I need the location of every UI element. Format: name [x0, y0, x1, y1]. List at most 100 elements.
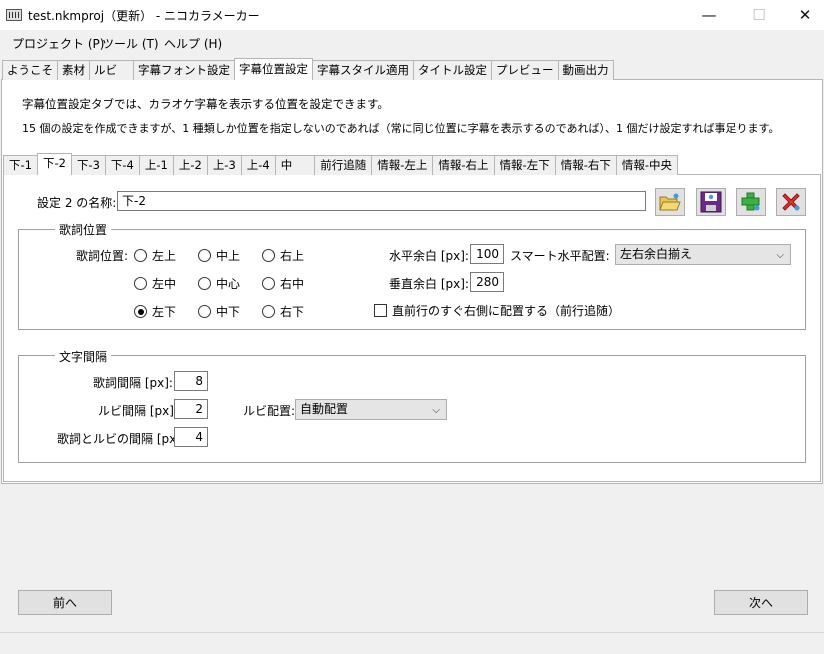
- follow-previous-checkbox[interactable]: 直前行のすぐ右側に配置する（前行追随）: [374, 302, 620, 319]
- lyrics-ruby-spacing-input[interactable]: 4: [174, 427, 208, 447]
- save-button[interactable]: [696, 188, 726, 216]
- setting-name-label: 設定 2 の名称:: [37, 196, 117, 210]
- tab-subtitle-font[interactable]: 字幕フォント設定: [133, 60, 235, 80]
- subtab-info-bottom-right[interactable]: 情報-右下: [554, 155, 617, 175]
- tab-preview[interactable]: プレビュー: [491, 60, 559, 80]
- subtab-bottom-2[interactable]: 下-2: [36, 153, 72, 175]
- minimize-button[interactable]: —: [686, 0, 732, 30]
- open-folder-icon: [659, 193, 681, 211]
- subtab-top-1[interactable]: 上-1: [138, 155, 174, 175]
- horizontal-margin-input[interactable]: 100: [470, 244, 504, 264]
- main-tab-bar: ようこそ 素材 ルビ 字幕フォント設定 字幕位置設定 字幕スタイル適用 タイトル…: [2, 58, 614, 80]
- add-button[interactable]: [736, 188, 766, 216]
- radio-top-right-circle: [262, 249, 275, 262]
- smart-horizontal-select[interactable]: 左右余白揃え ⌵: [615, 244, 791, 265]
- radio-bottom-right-circle: [262, 305, 275, 318]
- position-tab-bar: 下-1 下-2 下-3 下-4 上-1 上-2 上-3 上-4 中 前行追随 情…: [3, 153, 679, 175]
- ruby-placement-label: ルビ配置:: [243, 404, 296, 418]
- add-plus-icon: [741, 192, 760, 211]
- smart-horizontal-label: スマート水平配置:: [510, 249, 610, 263]
- tab-ruby[interactable]: ルビ: [89, 60, 134, 80]
- radio-top-left-circle: [134, 249, 147, 262]
- subtab-info-top-right[interactable]: 情報-右上: [432, 155, 495, 175]
- lyrics-spacing-label: 歌詞間隔 [px]:: [93, 376, 173, 390]
- follow-previous-box: [374, 304, 387, 317]
- open-button[interactable]: [655, 188, 685, 216]
- tab-subtitle-position[interactable]: 字幕位置設定: [234, 58, 313, 80]
- tab-subtitle-style[interactable]: 字幕スタイル適用: [312, 60, 414, 80]
- ruby-spacing-label: ルビ間隔 [px]:: [98, 404, 178, 418]
- radio-bottom-left-label: 左下: [152, 305, 177, 319]
- radio-middle-right[interactable]: 右中: [262, 275, 304, 292]
- radio-top-center-label: 中上: [216, 249, 241, 263]
- app-icon: [6, 9, 22, 21]
- subtab-bottom-4[interactable]: 下-4: [104, 155, 140, 175]
- subtab-bottom-1[interactable]: 下-1: [3, 155, 38, 175]
- radio-middle-right-circle: [262, 277, 275, 290]
- ruby-spacing-input[interactable]: 2: [174, 399, 208, 419]
- vertical-margin-input[interactable]: 280: [470, 272, 504, 292]
- delete-button[interactable]: [776, 188, 806, 216]
- tab-materials[interactable]: 素材: [57, 60, 90, 80]
- radio-top-center[interactable]: 中上: [198, 247, 240, 264]
- chevron-down-icon: ⌵: [776, 250, 784, 261]
- lyrics-position-label: 歌詞位置:: [76, 249, 129, 263]
- radio-center-circle: [198, 277, 211, 290]
- radio-bottom-right[interactable]: 右下: [262, 303, 304, 320]
- subtab-follow-previous[interactable]: 前行追随: [314, 155, 373, 175]
- tab-title-settings[interactable]: タイトル設定: [413, 60, 492, 80]
- prev-button[interactable]: 前へ: [18, 590, 112, 615]
- radio-center-label: 中心: [216, 277, 241, 291]
- smart-horizontal-value: 左右余白揃え: [620, 247, 693, 261]
- radio-bottom-center[interactable]: 中下: [198, 303, 240, 320]
- subtab-info-top-left[interactable]: 情報-左上: [371, 155, 434, 175]
- radio-bottom-left-circle: [134, 305, 147, 318]
- setting-name-input[interactable]: 下-2: [117, 191, 646, 211]
- radio-bottom-right-label: 右下: [280, 305, 305, 319]
- subtab-info-bottom-left[interactable]: 情報-左下: [493, 155, 556, 175]
- subtab-center[interactable]: 中: [274, 155, 316, 175]
- menu-help[interactable]: ヘルプ (H): [164, 35, 222, 52]
- subtab-info-center[interactable]: 情報-中央: [615, 155, 679, 175]
- lyrics-ruby-spacing-label: 歌詞とルビの間隔 [px]:: [57, 432, 185, 446]
- radio-middle-left-circle: [134, 277, 147, 290]
- subtab-bottom-3[interactable]: 下-3: [70, 155, 106, 175]
- radio-top-left-label: 左上: [152, 249, 177, 263]
- subtab-top-2[interactable]: 上-2: [172, 155, 208, 175]
- radio-bottom-center-circle: [198, 305, 211, 318]
- title-bar: test.nkmproj（更新） - ニコカラメーカー — ☐ ✕: [0, 0, 824, 30]
- radio-center[interactable]: 中心: [198, 275, 240, 292]
- description-line-2: 15 個の設定を作成できますが、1 種類しか位置を指定しないのであれば（常に同じ…: [22, 122, 780, 135]
- save-disk-icon: [700, 191, 722, 213]
- radio-bottom-left[interactable]: 左下: [134, 303, 176, 320]
- delete-x-icon: [782, 193, 800, 211]
- maximize-button[interactable]: ☐: [736, 0, 782, 30]
- radio-bottom-center-label: 中下: [216, 305, 241, 319]
- tab-video-output[interactable]: 動画出力: [557, 60, 614, 80]
- spacing-group-title: 文字間隔: [55, 348, 112, 365]
- radio-top-left[interactable]: 左上: [134, 247, 176, 264]
- horizontal-margin-label: 水平余白 [px]:: [389, 249, 469, 263]
- status-bar: [0, 632, 824, 654]
- lyrics-position-group-title: 歌詞位置: [55, 221, 112, 238]
- menu-bar: プロジェクト (P) ツール (T) ヘルプ (H): [0, 30, 824, 56]
- radio-top-center-circle: [198, 249, 211, 262]
- radio-middle-left-label: 左中: [152, 277, 177, 291]
- description-line-1: 字幕位置設定タブでは、カラオケ字幕を表示する位置を設定できます。: [22, 97, 389, 111]
- menu-tools[interactable]: ツール (T): [102, 35, 159, 52]
- menu-project[interactable]: プロジェクト (P): [12, 35, 104, 52]
- close-button[interactable]: ✕: [782, 0, 824, 30]
- chevron-down-icon: ⌵: [432, 405, 440, 416]
- ruby-placement-select[interactable]: 自動配置 ⌵: [295, 399, 447, 420]
- vertical-margin-label: 垂直余白 [px]:: [389, 277, 469, 291]
- lyrics-spacing-input[interactable]: 8: [174, 371, 208, 391]
- radio-top-right-label: 右上: [280, 249, 305, 263]
- subtab-top-3[interactable]: 上-3: [206, 155, 242, 175]
- next-button[interactable]: 次へ: [714, 590, 808, 615]
- window-title: test.nkmproj（更新） - ニコカラメーカー: [28, 9, 260, 23]
- follow-previous-label: 直前行のすぐ右側に配置する（前行追随）: [392, 304, 621, 318]
- radio-top-right[interactable]: 右上: [262, 247, 304, 264]
- subtab-top-4[interactable]: 上-4: [240, 155, 276, 175]
- tab-welcome[interactable]: ようこそ: [2, 60, 58, 80]
- radio-middle-left[interactable]: 左中: [134, 275, 176, 292]
